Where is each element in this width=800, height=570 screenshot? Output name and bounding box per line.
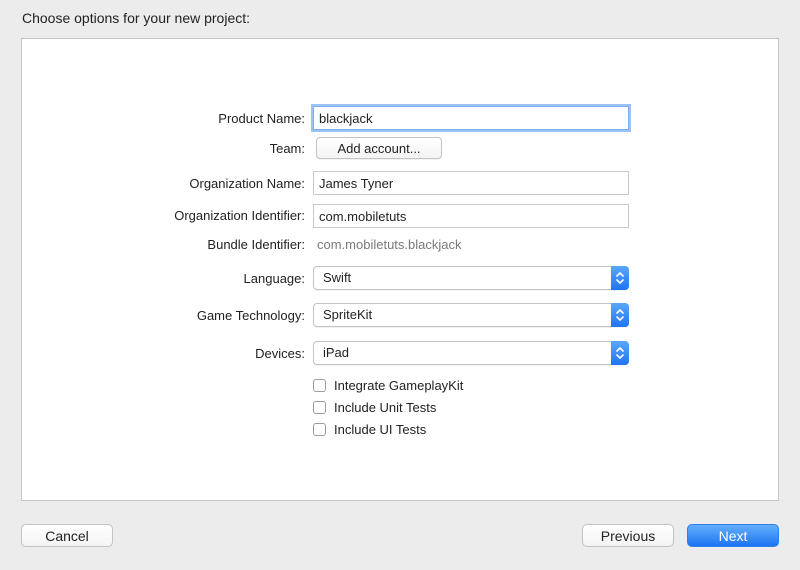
product-name-field[interactable] [313,106,629,130]
bundle-identifier-value: com.mobiletuts.blackjack [317,237,462,252]
devices-label: Devices: [255,346,305,361]
integrate-gameplaykit-checkbox[interactable] [313,378,326,392]
include-unit-tests-checkbox[interactable] [313,400,326,414]
language-label: Language: [243,271,305,286]
product-name-label: Product Name: [218,111,305,126]
include-ui-tests-checkbox[interactable] [313,422,326,436]
up-down-chevron-icon [611,341,629,365]
include-unit-tests-option[interactable]: Include Unit Tests [313,399,436,415]
project-options-dialog: Choose options for your new project: Pro… [0,0,800,570]
include-ui-tests-label: Include UI Tests [334,421,427,437]
previous-button[interactable]: Previous [582,524,674,547]
organization-name-label: Organization Name: [189,176,305,191]
include-unit-tests-label: Include Unit Tests [334,399,437,415]
devices-selected: iPad [323,345,350,360]
up-down-chevron-icon [611,266,629,290]
dialog-heading: Choose options for your new project: [22,10,251,26]
devices-popup[interactable]: iPad [313,341,629,365]
organization-name-field[interactable] [313,171,629,195]
integrate-gameplaykit-option[interactable]: Integrate GameplayKit [313,377,463,393]
next-button[interactable]: Next [687,524,779,547]
team-label: Team: [269,141,305,156]
integrate-gameplaykit-label: Integrate GameplayKit [334,377,464,393]
add-account-button[interactable]: Add account... [316,137,442,159]
up-down-chevron-icon [611,303,629,327]
language-selected: Swift [323,270,352,285]
organization-identifier-label: Organization Identifier: [174,208,305,223]
bundle-identifier-label: Bundle Identifier: [207,237,305,252]
game-technology-label: Game Technology: [196,308,305,323]
organization-identifier-field[interactable] [313,204,629,228]
game-technology-popup[interactable]: SpriteKit [313,303,629,327]
include-ui-tests-option[interactable]: Include UI Tests [313,421,426,437]
game-technology-selected: SpriteKit [323,307,373,322]
cancel-button[interactable]: Cancel [21,524,113,547]
language-popup[interactable]: Swift [313,266,629,290]
